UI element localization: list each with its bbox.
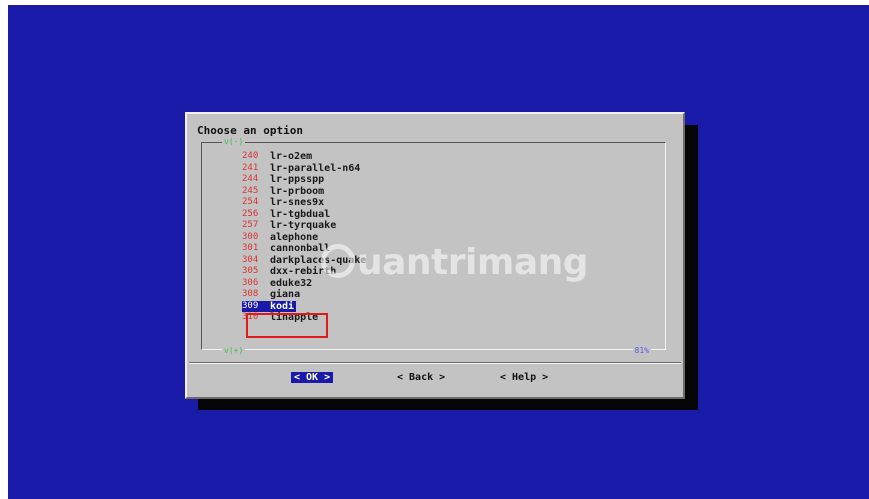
item-label: lr-ppsspp	[270, 174, 325, 185]
item-label: lr-o2em	[270, 151, 313, 162]
dialog-title: Choose an option	[197, 124, 303, 137]
item-number: 244	[242, 174, 259, 184]
item-number: 241	[242, 162, 259, 173]
item-number: 301	[242, 243, 259, 253]
ok-button[interactable]: < OK >	[291, 372, 334, 383]
options-items: 240 lr-o2em 241 lr-parallel-n64 244 lr-ppsspp…	[242, 151, 368, 324]
scroll-down-indicator: v(+)	[222, 346, 246, 355]
list-item[interactable]: 308 giana	[242, 289, 368, 301]
item-number: 300	[242, 231, 259, 242]
button-divider	[189, 362, 681, 364]
highlight-annotation	[246, 313, 328, 338]
list-item[interactable]: 240 lr-o2em	[242, 151, 368, 163]
list-item[interactable]: 254 lr-snes9x	[242, 197, 368, 209]
item-label: lr-tyrquake	[270, 220, 337, 231]
item-label: kodi	[268, 300, 297, 312]
list-item[interactable]: 245 lr-prboom	[242, 186, 368, 198]
scroll-up-indicator: v(-)	[222, 137, 246, 146]
item-label: giana	[270, 289, 301, 300]
watermark: uantrimang	[321, 242, 589, 283]
item-label: eduke32	[270, 277, 313, 289]
item-number: 308	[242, 289, 259, 299]
help-button[interactable]: < Help >	[500, 372, 548, 383]
back-button[interactable]: < Back >	[397, 372, 445, 383]
item-number: 306	[242, 277, 259, 288]
list-item[interactable]: 256 lr-tgbdual	[242, 209, 368, 221]
item-number: 305	[242, 266, 259, 276]
item-label: lr-tgbdual	[270, 208, 331, 220]
watermark-text: uantrimang	[357, 242, 589, 283]
item-label: lr-snes9x	[270, 197, 325, 208]
list-item[interactable]: 241 lr-parallel-n64	[242, 163, 368, 175]
item-number: 245	[242, 185, 259, 196]
item-number: 309	[242, 300, 268, 312]
list-item[interactable]: 309 kodi	[242, 300, 368, 312]
list-item[interactable]: 244 lr-ppsspp	[242, 174, 368, 186]
button-bar: < OK > < Back > < Help >	[187, 372, 683, 386]
item-number: 254	[242, 197, 259, 207]
item-number: 257	[242, 220, 259, 230]
scroll-percent: 81%	[632, 346, 651, 355]
list-item[interactable]: 257 lr-tyrquake	[242, 220, 368, 232]
item-number: 304	[242, 254, 259, 265]
item-number: 256	[242, 208, 259, 219]
item-label: lr-prboom	[270, 185, 325, 197]
item-label: lr-parallel-n64	[270, 162, 361, 174]
item-number: 240	[242, 151, 259, 161]
item-label: alephone	[270, 231, 319, 243]
watermark-logo-icon	[321, 244, 355, 278]
